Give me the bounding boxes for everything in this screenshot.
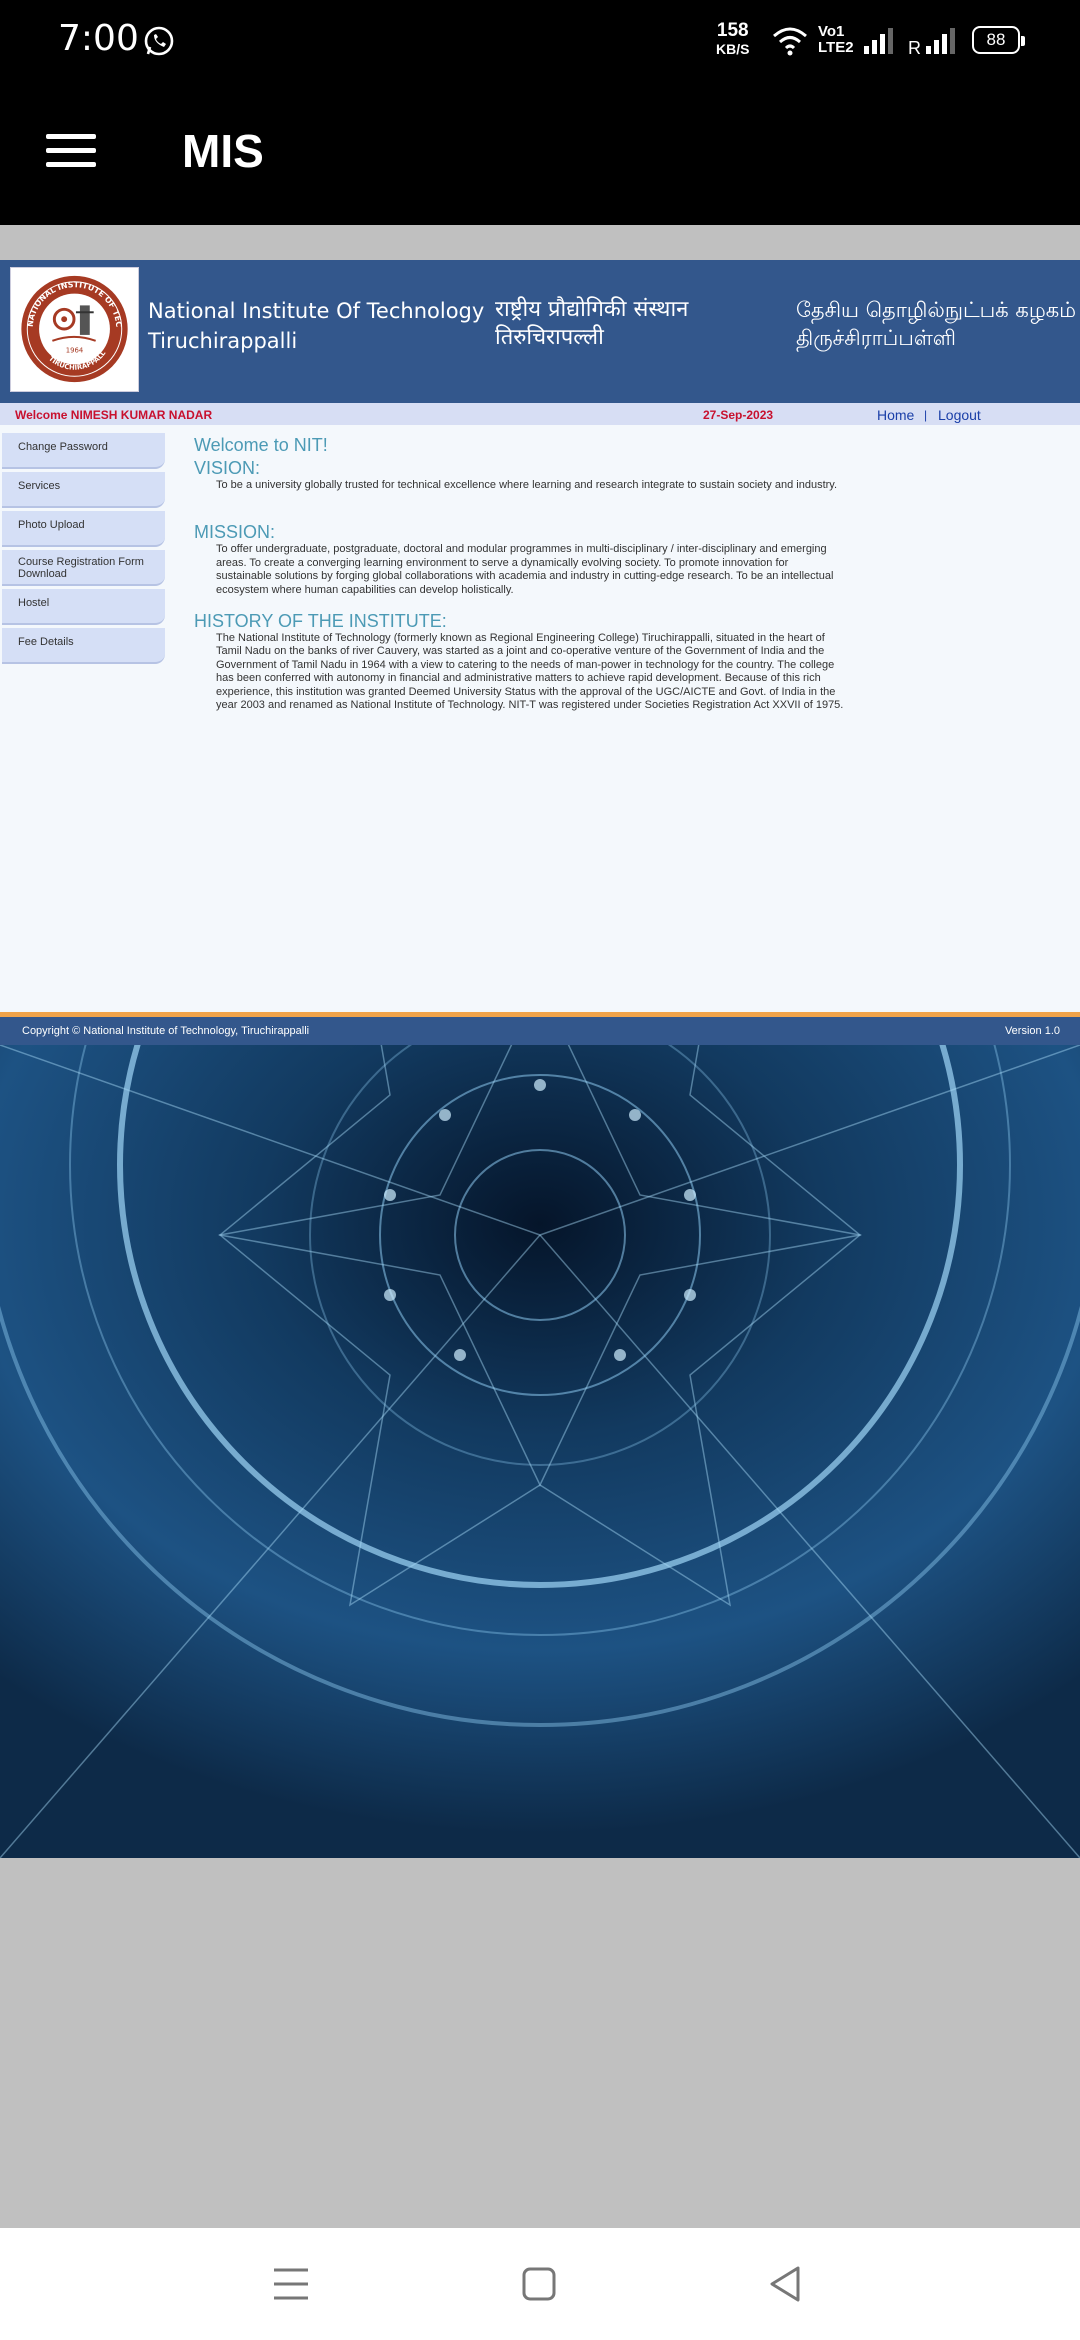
sidebar-item-photo-upload[interactable]: Photo Upload: [2, 511, 165, 547]
name-en-line2: Tiruchirappalli: [148, 329, 298, 353]
history-heading: HISTORY OF THE INSTITUTE:: [194, 611, 447, 632]
wifi-icon: [773, 27, 807, 56]
network-speed: 158 KB/S: [716, 20, 750, 58]
volte-line1: Vo1: [818, 23, 845, 40]
web-view: NATIONAL INSTITUTE OF TECHNOLOGY TIRUCHI…: [0, 225, 1080, 2228]
name-hi-line1: राष्ट्रीय प्रौद्योगिकी संस्थान: [495, 297, 689, 322]
sidebar-menu: Change Password Services Photo Upload Co…: [2, 433, 165, 667]
app-bar: MIS: [0, 80, 1080, 225]
vision-heading: VISION:: [194, 458, 261, 478]
back-icon[interactable]: [762, 2262, 812, 2306]
institute-banner: NATIONAL INSTITUTE OF TECHNOLOGY TIRUCHI…: [0, 260, 1080, 403]
home-icon[interactable]: [514, 2262, 564, 2306]
main-content: Welcome to NIT! VISION: To be a universi…: [194, 435, 844, 712]
current-date: 27-Sep-2023: [703, 408, 774, 422]
mission-heading: MISSION:: [194, 522, 276, 543]
sidebar-item-services[interactable]: Services: [2, 472, 165, 508]
net-speed-unit: KB/S: [716, 41, 750, 57]
hamburger-menu-icon[interactable]: [46, 134, 96, 170]
institute-name-hindi: राष्ट्रीय प्रौद्योगिकी संस्थान तिरुचिराप…: [495, 296, 688, 352]
top-spacer: [0, 225, 1080, 260]
recent-apps-icon[interactable]: [266, 2262, 316, 2306]
svg-text:1964: 1964: [66, 347, 84, 355]
logout-link[interactable]: Logout: [938, 407, 981, 423]
welcome-user-text: Welcome NIMESH KUMAR NADAR: [15, 408, 213, 422]
sidebar-item-change-password[interactable]: Change Password: [2, 433, 165, 469]
battery-icon: 88: [972, 26, 1025, 54]
sidebar-item-course-registration-form-download[interactable]: Course Registration Form Download: [2, 550, 165, 586]
name-en-line1: National Institute Of Technology: [148, 299, 485, 323]
net-speed-value: 158: [716, 20, 749, 41]
mission-text: To offer undergraduate, postgraduate, do…: [216, 543, 834, 596]
institute-logo: NATIONAL INSTITUTE OF TECHNOLOGY TIRUCHI…: [7, 261, 139, 392]
vision-text: To be a university globally trusted for …: [216, 479, 838, 491]
fractal-background-image: [0, 1045, 1080, 1858]
volte-line2: LTE2: [818, 39, 854, 56]
institute-name-tamil: தேசிய தொழில்நுட்பக் கழகம் திருச்சிராப்பள…: [796, 296, 1076, 352]
home-link[interactable]: Home: [877, 407, 914, 423]
sidebar-item-hostel[interactable]: Hostel: [2, 589, 165, 625]
history-text: The National Institute of Technology (fo…: [216, 632, 844, 712]
volte-indicator: Vo1 LTE2: [818, 24, 854, 56]
status-time: 7:00: [58, 18, 139, 59]
welcome-bar: Welcome NIMESH KUMAR NADAR 27-Sep-2023 H…: [0, 403, 1080, 425]
whatsapp-icon: [144, 26, 174, 56]
name-hi-line2: तिरुचिरापल्ली: [495, 325, 604, 350]
signal-icon: [864, 28, 893, 54]
link-separator: |: [924, 408, 928, 422]
name-ta-line2: திருச்சிராப்பள்ளி: [796, 326, 956, 350]
version-text: Version 1.0: [1004, 1025, 1060, 1037]
roaming-label: R: [908, 38, 921, 58]
status-bar: 7:00 158 KB/S Vo1 LTE2 R 88: [0, 0, 1080, 80]
app-title: MIS: [182, 125, 264, 177]
copyright-text: Copyright © National Institute of Techno…: [22, 1025, 310, 1037]
page-footer: Copyright © National Institute of Techno…: [0, 1017, 1080, 1045]
signal-icon: [926, 28, 955, 54]
system-navigation-bar: [0, 2228, 1080, 2340]
sidebar-item-fee-details[interactable]: Fee Details: [2, 628, 165, 664]
welcome-heading: Welcome to NIT!: [194, 435, 328, 455]
content-area: Change Password Services Photo Upload Co…: [0, 425, 1080, 1012]
institute-name-english: National Institute Of Technology Tiruchi…: [148, 296, 484, 356]
name-ta-line1: தேசிய தொழில்நுட்பக் கழகம்: [796, 298, 1077, 322]
